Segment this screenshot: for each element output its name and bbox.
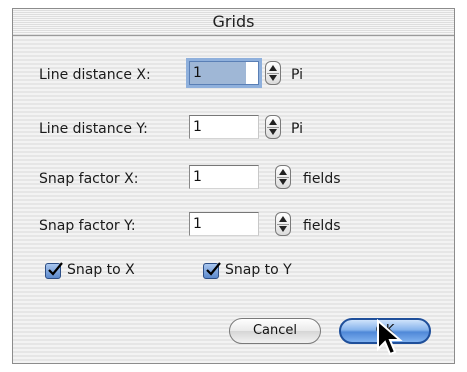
grids-dialog: Grids Line distance X: 1 Pi Line distanc…: [12, 8, 455, 364]
checkmark-icon: [206, 262, 221, 276]
snap-factor-y-stepper-icon[interactable]: [275, 212, 291, 236]
dialog-title: Grids: [13, 9, 454, 36]
snap-factor-x-label: Snap factor X:: [39, 171, 139, 187]
snap-factor-y-unit: fields: [303, 218, 341, 234]
snap-factor-y-field[interactable]: 1: [189, 212, 259, 236]
line-distance-x-stepper-icon[interactable]: [265, 61, 281, 85]
snap-to-y-checkbox[interactable]: [203, 262, 221, 279]
snap-to-y-label[interactable]: Snap to Y: [225, 262, 292, 278]
line-distance-y-stepper-icon[interactable]: [265, 115, 281, 139]
line-distance-y-label: Line distance Y:: [39, 121, 148, 137]
snap-factor-y-label: Snap factor Y:: [39, 218, 136, 234]
snap-to-x-checkbox[interactable]: [45, 262, 63, 279]
snap-factor-x-unit: fields: [303, 171, 341, 187]
line-distance-y-field[interactable]: 1: [189, 115, 259, 139]
snap-factor-x-field[interactable]: 1: [189, 165, 259, 189]
snap-to-x-label[interactable]: Snap to X: [67, 262, 135, 278]
mouse-pointer-icon: [377, 319, 403, 356]
checkmark-icon: [48, 262, 63, 276]
line-distance-x-label: Line distance X:: [39, 67, 151, 83]
line-distance-x-unit: Pi: [291, 67, 304, 83]
snap-factor-x-stepper-icon[interactable]: [275, 165, 291, 189]
line-distance-y-unit: Pi: [291, 121, 304, 137]
line-distance-x-field[interactable]: 1: [189, 61, 259, 85]
cancel-button[interactable]: Cancel: [229, 318, 321, 344]
